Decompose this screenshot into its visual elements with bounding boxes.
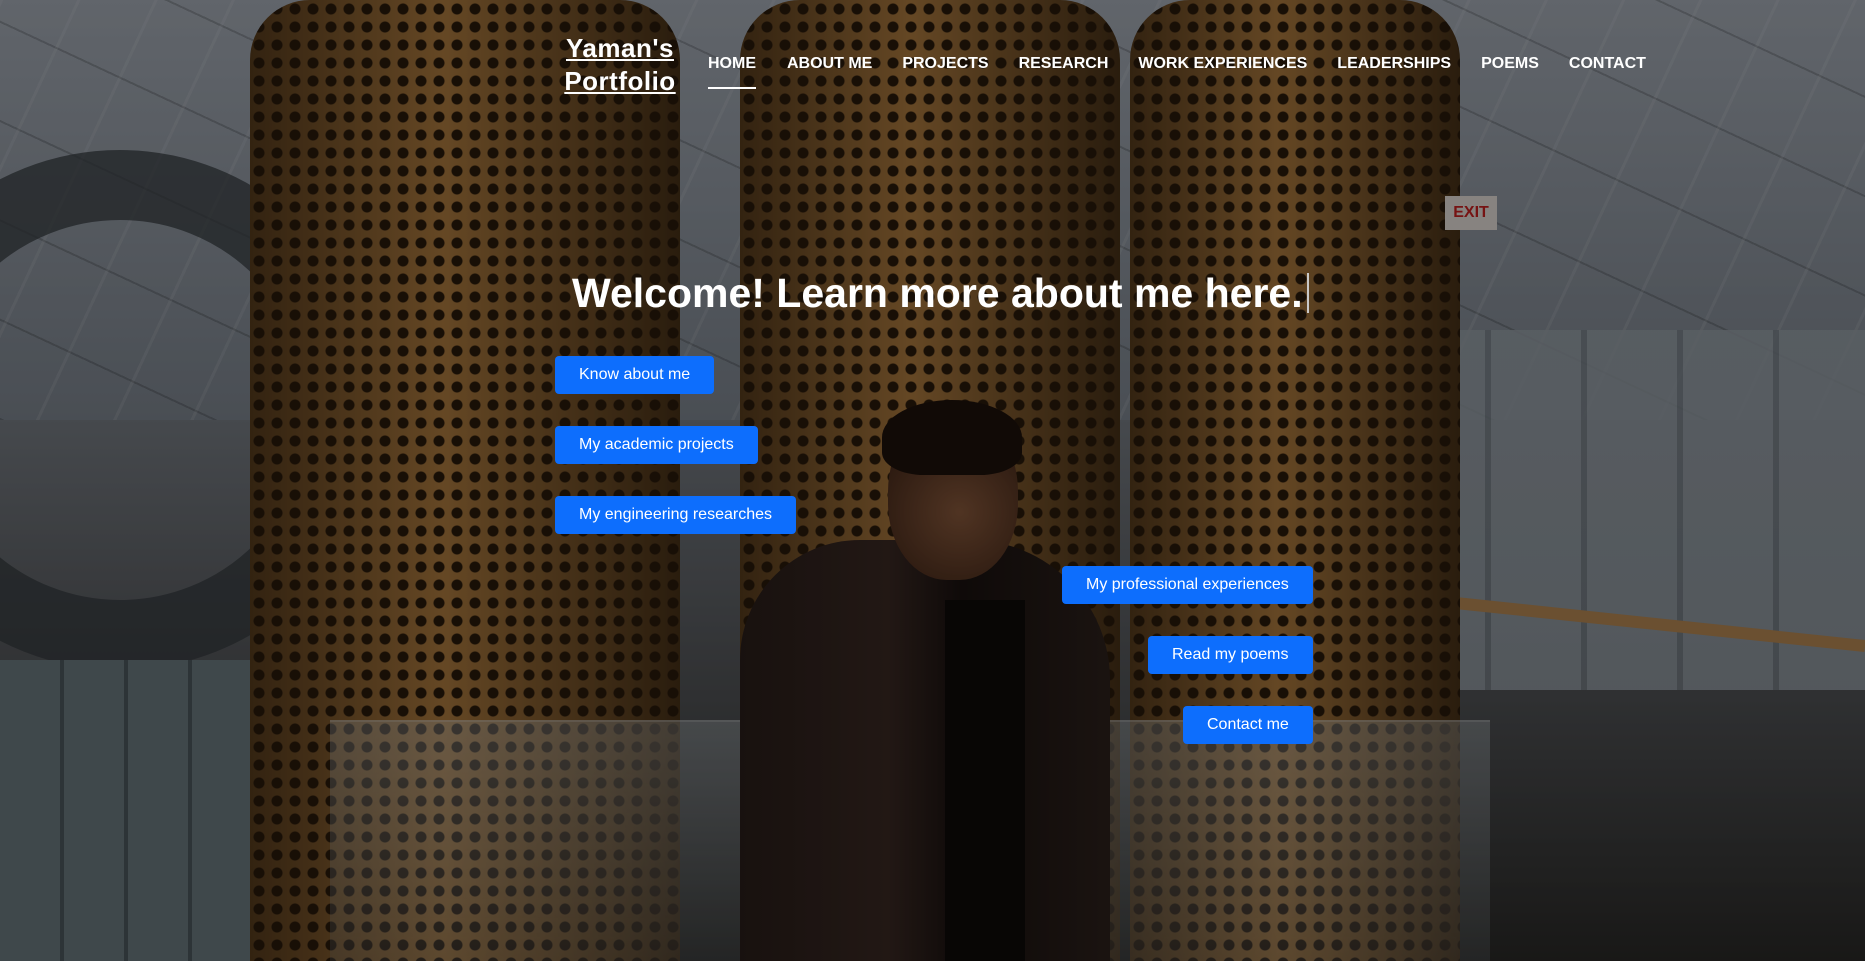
nav-about-me[interactable]: ABOUT ME [787, 55, 872, 73]
nav-leaderships[interactable]: LEADERSHIPS [1337, 55, 1451, 73]
brand-line-2: Portfolio [564, 66, 676, 96]
nav-research[interactable]: RESEARCH [1019, 55, 1109, 73]
brand-logo-link[interactable]: Yaman's Portfolio [555, 32, 685, 98]
brand-line-1: Yaman's [566, 33, 674, 63]
professional-experiences-button[interactable]: My professional experiences [1062, 566, 1313, 604]
main-nav: HOME ABOUT ME PROJECTS RESEARCH WORK EXP… [708, 55, 1646, 89]
background-overlay [0, 0, 1865, 961]
nav-contact[interactable]: CONTACT [1569, 55, 1646, 73]
nav-home[interactable]: HOME [708, 55, 756, 89]
nav-work-experiences[interactable]: WORK EXPERIENCES [1138, 55, 1307, 73]
welcome-text: Welcome! Learn more about me here. [572, 270, 1303, 316]
site-header: Yaman's Portfolio HOME ABOUT ME PROJECTS… [0, 0, 1865, 110]
academic-projects-button[interactable]: My academic projects [555, 426, 758, 464]
read-poems-button[interactable]: Read my poems [1148, 636, 1313, 674]
know-about-me-button[interactable]: Know about me [555, 356, 715, 394]
welcome-heading: Welcome! Learn more about me here. [572, 270, 1309, 317]
nav-poems[interactable]: POEMS [1481, 55, 1539, 73]
contact-me-button[interactable]: Contact me [1183, 706, 1313, 744]
nav-projects[interactable]: PROJECTS [902, 55, 988, 73]
typing-cursor [1306, 273, 1309, 313]
engineering-researches-button[interactable]: My engineering researches [555, 496, 796, 534]
hero-background-photo: EXIT [0, 0, 1865, 961]
